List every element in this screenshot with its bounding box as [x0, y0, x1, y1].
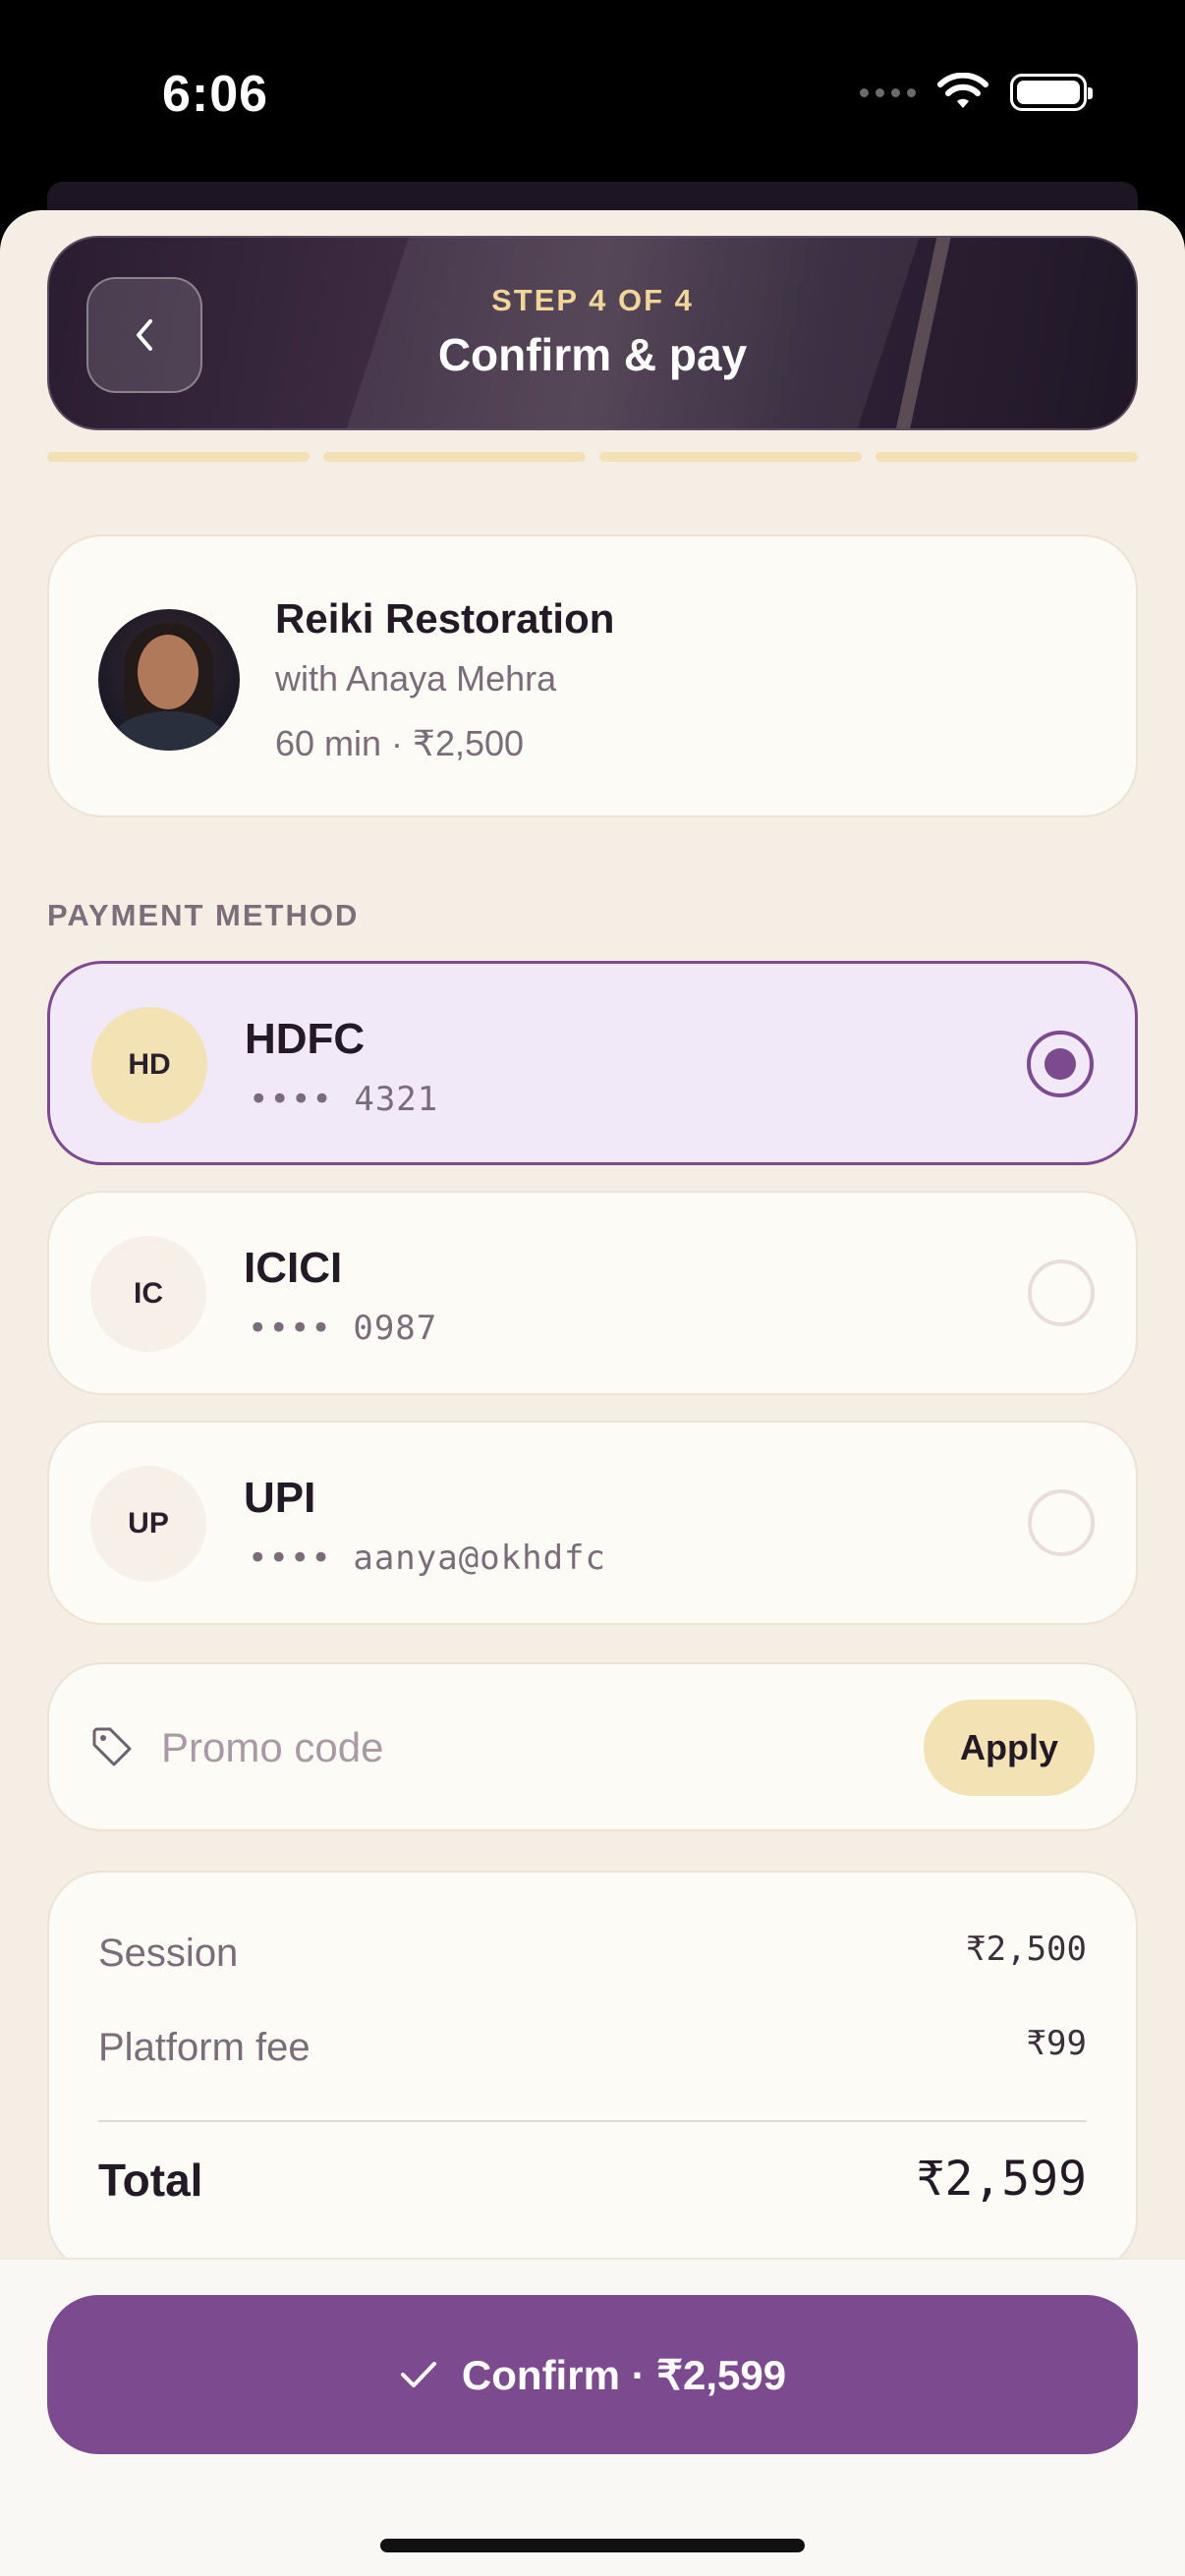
total-label: Total: [98, 2155, 203, 2206]
radio-button[interactable]: [1028, 1260, 1095, 1326]
platform-fee-value: ₹99: [1026, 2024, 1087, 2063]
promo-card: Apply: [47, 1662, 1138, 1831]
progress-segment: [323, 452, 586, 462]
bank-badge: HD: [91, 1007, 207, 1123]
home-indicator[interactable]: [380, 2539, 805, 2552]
session-summary-card: Reiki Restoration with Anaya Mehra 60 mi…: [47, 534, 1138, 817]
bank-badge: IC: [90, 1236, 206, 1352]
status-icons: [860, 73, 1093, 112]
total-value: ₹2,599: [916, 2152, 1087, 2207]
payment-option-icici[interactable]: IC ICICI •••• 0987: [47, 1191, 1138, 1395]
payment-option-upi[interactable]: UP UPI •••• aanya@okhdfc: [47, 1421, 1138, 1625]
section-label: PAYMENT METHOD: [47, 898, 360, 932]
confirm-button[interactable]: Confirm · ₹2,599: [47, 2295, 1138, 2454]
bottom-action-bar: Confirm · ₹2,599: [0, 2258, 1185, 2576]
session-price-label: Session: [98, 1932, 239, 1975]
header-banner: STEP 4 OF 4 Confirm & pay: [47, 236, 1138, 430]
progress-segment: [599, 452, 862, 462]
session-title: Reiki Restoration: [275, 595, 615, 642]
session-price-value: ₹2,500: [966, 1930, 1087, 1969]
payment-number: •••• 0987: [248, 1309, 438, 1348]
avatar: [98, 609, 240, 751]
apply-button[interactable]: Apply: [924, 1700, 1095, 1796]
checkout-sheet: STEP 4 OF 4 Confirm & pay Reiki Restorat…: [0, 210, 1185, 2576]
divider: [98, 2120, 1087, 2122]
radio-button[interactable]: [1027, 1031, 1094, 1097]
cellular-signal-icon: [860, 87, 916, 97]
promo-code-input[interactable]: [161, 1704, 908, 1792]
price-summary-card: Session ₹2,500 Platform fee ₹99 Total ₹2…: [47, 1871, 1138, 2273]
step-progress: [47, 452, 1138, 462]
payment-number: •••• 4321: [249, 1080, 439, 1119]
confirm-label: Confirm · ₹2,599: [461, 2351, 787, 2398]
platform-fee-label: Platform fee: [98, 2026, 310, 2069]
check-icon: [400, 2362, 436, 2387]
payment-name: HDFC: [245, 1015, 366, 1063]
progress-segment: [47, 452, 310, 462]
session-meta: 60 min · ₹2,500: [275, 723, 525, 763]
practitioner-name: with Anaya Mehra: [275, 658, 557, 699]
status-time: 6:06: [162, 66, 269, 123]
payment-number: •••• aanya@okhdfc: [248, 1539, 606, 1578]
progress-segment: [875, 452, 1138, 462]
wifi-icon: [937, 73, 988, 108]
radio-button[interactable]: [1028, 1489, 1095, 1556]
battery-icon: [1010, 74, 1093, 111]
bank-badge: UP: [90, 1466, 206, 1582]
tag-icon: [92, 1727, 132, 1766]
step-indicator: STEP 4 OF 4: [491, 283, 694, 317]
payment-name: ICICI: [244, 1244, 343, 1292]
page-title: Confirm & pay: [437, 329, 748, 380]
payment-option-hdfc[interactable]: HD HDFC •••• 4321: [47, 961, 1138, 1165]
payment-name: UPI: [244, 1474, 316, 1522]
status-bar: 6:06: [0, 0, 1185, 187]
